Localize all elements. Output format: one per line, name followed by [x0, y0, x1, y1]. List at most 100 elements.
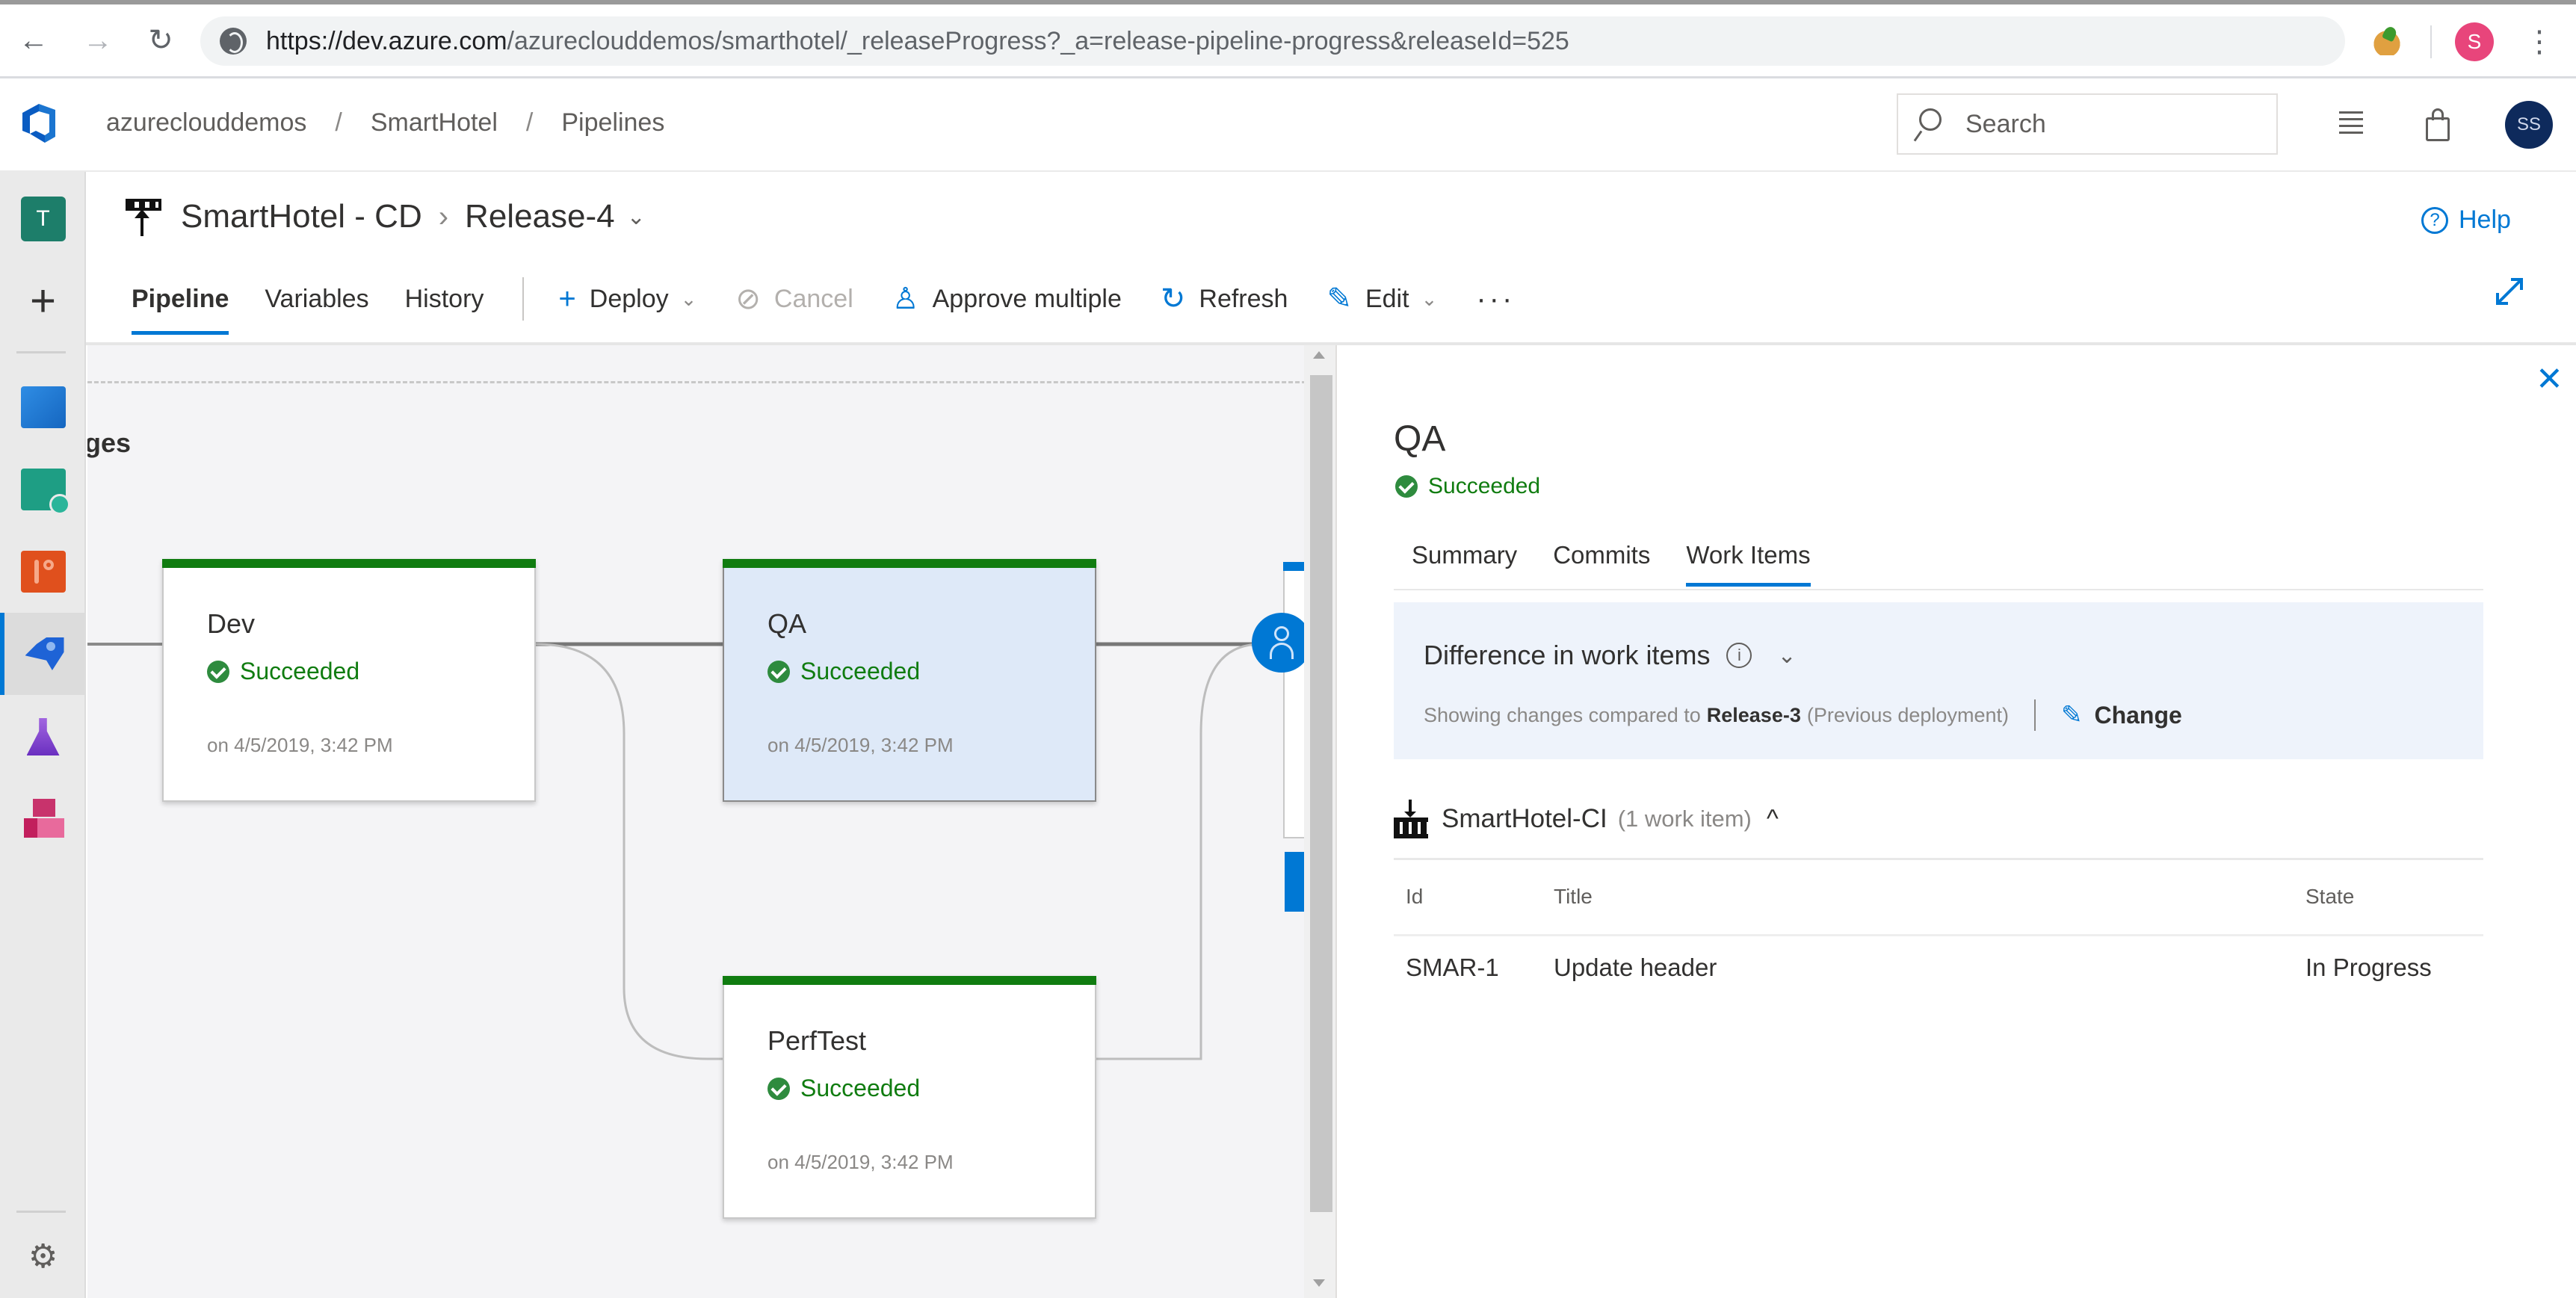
column-header-state[interactable]: State	[2305, 885, 2354, 909]
search-input[interactable]	[1965, 107, 2264, 141]
breadcrumb-org[interactable]: azureclouddemos	[106, 108, 306, 137]
tab-summary[interactable]: Summary	[1412, 541, 1517, 569]
column-header-id[interactable]: Id	[1406, 885, 1423, 909]
scroll-up-arrow[interactable]	[1313, 351, 1325, 359]
work-item-state: In Progress	[2305, 954, 2432, 981]
comparison-suffix: (Previous deployment)	[1806, 703, 2009, 726]
plus-icon: +	[558, 282, 576, 315]
extension-icon[interactable]	[2370, 27, 2403, 55]
difference-section: Difference in work items i ⌄ Showing cha…	[1394, 602, 2483, 759]
boards-icon	[20, 469, 70, 515]
cancel-button[interactable]: ⊘ Cancel	[735, 282, 853, 316]
difference-header[interactable]: Difference in work items i ⌄	[1424, 640, 1797, 671]
comparison-release: Release-3	[1706, 703, 1801, 726]
breadcrumb-separator: /	[525, 108, 534, 137]
stage-card-dev[interactable]: Dev Succeeded on 4/5/2019, 3:42 PM	[162, 559, 536, 802]
stage-details-panel: ✕ QA Succeeded Summary Commits Work Item…	[1335, 345, 2576, 1298]
url-path: /azureclouddemos/smarthotel/_releaseProg…	[507, 27, 1569, 55]
project-settings-button[interactable]: ⚙	[0, 1215, 86, 1297]
stage-action-button[interactable]	[1285, 852, 1304, 912]
person-icon: ♙	[892, 282, 919, 315]
panel-stage-status-text: Succeeded	[1428, 474, 1541, 498]
chevron-down-icon[interactable]: ⌄	[1777, 643, 1796, 669]
rail-divider	[16, 351, 66, 353]
search-box[interactable]	[1897, 93, 2278, 155]
nav-boards[interactable]	[0, 448, 86, 531]
cancel-label: Cancel	[773, 284, 853, 313]
user-avatar[interactable]: SS	[2505, 101, 2553, 149]
stage-status: Succeeded	[207, 658, 359, 685]
toolbar-divider	[2430, 25, 2432, 58]
project-switcher[interactable]: T	[0, 178, 86, 260]
nav-test-plans[interactable]	[0, 695, 86, 777]
pencil-icon: ✎	[1326, 282, 1352, 315]
approve-multiple-button[interactable]: ♙ Approve multiple	[892, 282, 1122, 316]
browser-profile-avatar[interactable]: S	[2455, 22, 2494, 61]
nav-artifacts[interactable]	[0, 777, 86, 859]
chevron-right-icon: ›	[438, 200, 449, 233]
release-name[interactable]: Release-4	[465, 198, 615, 235]
task-list-icon[interactable]	[2332, 107, 2366, 141]
column-header-title[interactable]: Title	[1554, 885, 1593, 909]
marketplace-bag-icon[interactable]	[2421, 107, 2456, 141]
release-toolbar: Pipeline Variables History + Deploy ⌄ ⊘ …	[132, 276, 1515, 335]
tab-work-items[interactable]: Work Items	[1686, 541, 1811, 587]
stage-card-perftest[interactable]: PerfTest Succeeded on 4/5/2019, 3:42 PM	[723, 976, 1096, 1219]
breadcrumb-project[interactable]: SmartHotel	[371, 108, 498, 137]
stage-status-text: Succeeded	[800, 1075, 921, 1101]
artifact-group-header[interactable]: SmartHotel-CI (1 work item) ^	[1394, 800, 1779, 838]
tab-commits[interactable]: Commits	[1553, 541, 1650, 569]
new-item-button[interactable]: +	[0, 260, 86, 342]
release-selector-chevron-down-icon[interactable]: ⌄	[627, 204, 646, 230]
scrollbar-thumb[interactable]	[1310, 375, 1332, 1212]
difference-title: Difference in work items	[1424, 640, 1711, 670]
release-definition-link[interactable]: SmartHotel - CD	[181, 198, 422, 235]
deploy-button[interactable]: + Deploy ⌄	[558, 282, 696, 316]
azure-devops-logo-icon[interactable]	[18, 101, 60, 146]
chevron-up-icon[interactable]: ^	[1767, 805, 1779, 834]
info-icon[interactable]: i	[1726, 643, 1752, 668]
stage-status-text: Succeeded	[800, 658, 921, 684]
change-comparison-button[interactable]: ✎ Change	[2061, 700, 2182, 730]
edit-button[interactable]: ✎ Edit ⌄	[1326, 282, 1437, 316]
address-bar[interactable]: https://dev.azure.com/azureclouddemos/sm…	[200, 16, 2345, 66]
stage-status-text: Succeeded	[240, 658, 360, 684]
refresh-button[interactable]: ↻ Refresh	[1161, 282, 1288, 316]
url-text[interactable]: https://dev.azure.com/azureclouddemos/sm…	[266, 27, 1569, 56]
toolbar-divider	[522, 277, 525, 321]
close-panel-button[interactable]: ✕	[2536, 360, 2563, 398]
forward-button[interactable]: →	[79, 22, 117, 58]
rail-divider	[16, 1211, 66, 1213]
more-actions-button[interactable]: ···	[1476, 282, 1515, 316]
stage-timestamp: on 4/5/2019, 3:42 PM	[207, 734, 393, 756]
breadcrumb-pipelines[interactable]: Pipelines	[561, 108, 664, 137]
globe-icon	[220, 28, 247, 55]
work-item-id[interactable]: SMAR-1	[1406, 954, 1499, 982]
stage-name: Dev	[207, 608, 256, 639]
help-link[interactable]: ? Help	[2421, 205, 2511, 235]
table-header-border	[1394, 934, 2483, 936]
approver-icon-body	[1270, 643, 1294, 659]
tab-history[interactable]: History	[405, 285, 484, 314]
nav-pipelines[interactable]	[0, 613, 86, 695]
pipeline-canvas[interactable]: ges Dev Succeeded on 4/5/2019, 3:42 PM Q…	[87, 345, 1335, 1298]
reload-button[interactable]: ↻	[142, 22, 179, 58]
connector-perftest-next	[1096, 643, 1261, 1060]
nav-overview[interactable]	[0, 366, 86, 448]
gear-icon: ⚙	[28, 1237, 58, 1275]
repos-icon	[20, 551, 66, 593]
back-button[interactable]: ←	[15, 22, 52, 58]
browser-menu-icon[interactable]: ⋮	[2524, 18, 2554, 66]
stage-timestamp: on 4/5/2019, 3:42 PM	[767, 734, 954, 756]
work-item-title[interactable]: Update header	[1554, 954, 1717, 982]
build-artifact-icon	[1394, 800, 1428, 838]
stage-card-qa[interactable]: QA Succeeded on 4/5/2019, 3:42 PM	[723, 559, 1096, 802]
canvas-scrollbar[interactable]	[1304, 345, 1335, 1298]
tab-pipeline[interactable]: Pipeline	[132, 285, 229, 335]
scroll-down-arrow[interactable]	[1313, 1279, 1325, 1287]
nav-repos[interactable]	[0, 531, 86, 613]
success-check-icon	[767, 1077, 790, 1100]
pre-deployment-approval-button[interactable]	[1252, 613, 1312, 673]
tab-variables[interactable]: Variables	[265, 285, 368, 314]
expand-icon[interactable]	[2493, 275, 2526, 308]
